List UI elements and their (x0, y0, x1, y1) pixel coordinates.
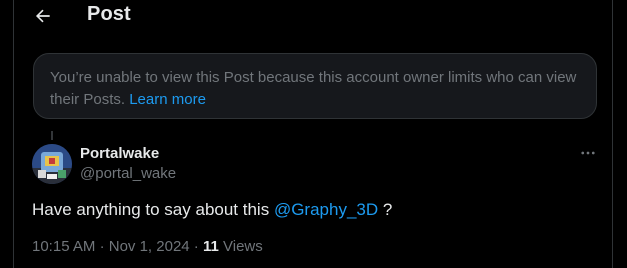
mention-link[interactable]: @Graphy_3D (274, 200, 378, 219)
page-title: Post (87, 3, 131, 25)
post-text-after: ? (378, 200, 393, 219)
post-text-before: Have anything to say about this (32, 200, 274, 219)
more-options-button[interactable] (576, 143, 600, 163)
meta-separator: · (99, 238, 105, 255)
post-text: Have anything to say about this @Graphy_… (32, 200, 392, 220)
thread-connector (51, 131, 53, 140)
learn-more-link[interactable]: Learn more (129, 91, 206, 108)
post-date[interactable]: Nov 1, 2024 (109, 238, 190, 255)
views-count: 11 (202, 238, 219, 255)
post-page: Post You’re unable to view this Post bec… (13, 0, 613, 268)
back-button[interactable] (32, 5, 54, 27)
post-time[interactable]: 10:15 AM (32, 238, 95, 255)
avatar-image (32, 144, 72, 184)
restricted-notice: You’re unable to view this Post because … (33, 53, 597, 119)
author-handle[interactable]: @portal_wake (80, 165, 176, 182)
post-meta: 10:15 AM · Nov 1, 2024 · 11 Views (32, 238, 263, 255)
more-horizontal-icon (581, 151, 595, 155)
arrow-left-icon (35, 9, 50, 23)
author-name[interactable]: Portalwake (80, 145, 159, 162)
header: Post (14, 0, 612, 32)
views-label: Views (223, 238, 263, 255)
meta-separator-2: · (193, 238, 199, 255)
avatar[interactable] (32, 144, 72, 184)
